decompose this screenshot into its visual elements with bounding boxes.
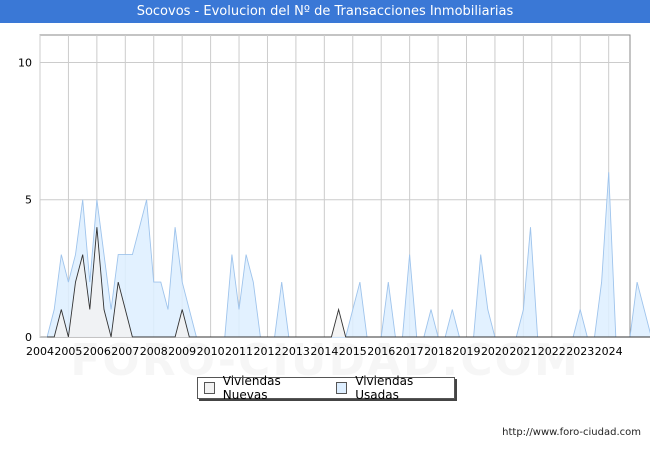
legend: Viviendas Nuevas Viviendas Usadas <box>197 374 455 402</box>
legend-label-usadas: Viviendas Usadas <box>355 374 414 402</box>
legend-label-nuevas: Viviendas Nuevas <box>222 374 281 402</box>
chart-title: Socovos - Evolucion del Nº de Transaccio… <box>0 0 650 23</box>
footer-url: http://www.foro-ciudad.com <box>502 427 641 438</box>
legend-swatch-usadas <box>336 382 348 394</box>
legend-item-nuevas: Viviendas Nuevas <box>204 374 316 402</box>
legend-swatch-nuevas <box>204 382 215 394</box>
legend-item-usadas: Viviendas Usadas <box>336 374 448 402</box>
y-tick-label: 10 <box>18 56 32 69</box>
y-tick-labels: 0510 <box>18 56 32 344</box>
y-tick-label: 5 <box>25 194 32 207</box>
